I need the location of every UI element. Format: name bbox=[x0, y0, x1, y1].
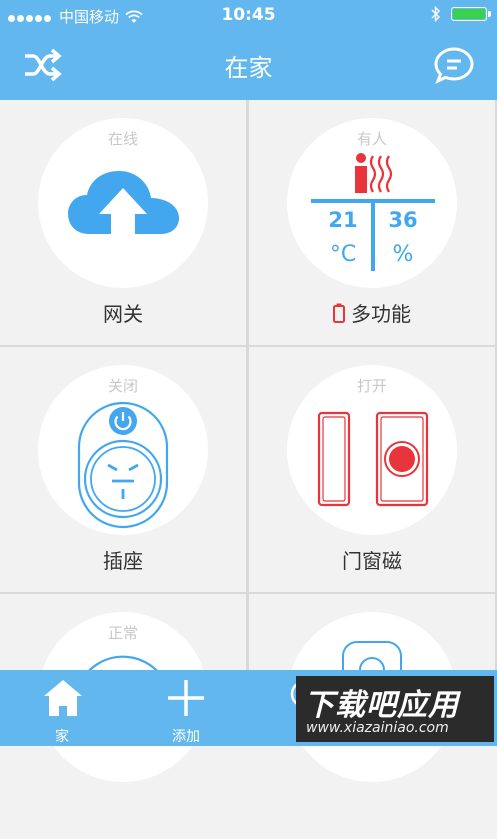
home-icon bbox=[44, 680, 82, 716]
device-status: 在线 bbox=[107, 130, 138, 148]
battery-icon bbox=[451, 7, 491, 21]
clock: 10:45 bbox=[221, 5, 276, 25]
watermark-url: www.xiazainiao.com bbox=[306, 720, 449, 736]
humidity-unit: % bbox=[392, 242, 414, 267]
watermark-main: 下载吧应用 bbox=[304, 688, 459, 723]
tab-add-label: 添加 bbox=[172, 729, 200, 745]
humidity-value: 36 bbox=[388, 208, 418, 232]
device-name: 网关 bbox=[103, 302, 143, 326]
presence-heat-icon bbox=[355, 153, 393, 193]
status-bar: 中国移动 10:45 bbox=[0, 0, 497, 32]
nav-bar: 在家 bbox=[0, 32, 497, 100]
door-window-sensor-icon bbox=[317, 411, 429, 507]
cloud-upload-icon bbox=[68, 171, 179, 236]
tab-home-label: 家 bbox=[55, 729, 69, 745]
device-name: 插座 bbox=[103, 549, 143, 573]
device-name: 门窗磁 bbox=[342, 549, 402, 573]
temperature-unit: °C bbox=[329, 242, 357, 267]
device-status: 打开 bbox=[356, 377, 387, 395]
sensor-divider-v bbox=[371, 203, 375, 271]
device-status: 正常 bbox=[107, 624, 138, 642]
message-icon[interactable] bbox=[433, 46, 475, 84]
page-title: 在家 bbox=[224, 54, 273, 82]
plus-icon bbox=[168, 680, 204, 716]
device-card-door-window[interactable]: 打开 门窗磁 bbox=[249, 347, 495, 592]
device-card-socket[interactable]: 关闭 插座 bbox=[0, 347, 246, 592]
bluetooth-icon bbox=[431, 6, 440, 22]
device-status: 关闭 bbox=[107, 377, 138, 395]
device-grid: 在线 网关 有人 21 °C 36 % 多功能 关闭 插座 打开 门窗磁 正常 bbox=[0, 100, 497, 839]
device-card-gateway[interactable]: 在线 网关 bbox=[0, 100, 246, 345]
low-battery-icon bbox=[333, 303, 345, 323]
watermark: 下载吧应用 www.xiazainiao.com bbox=[296, 676, 494, 742]
temperature-value: 21 bbox=[328, 208, 358, 232]
device-status: 有人 bbox=[356, 130, 387, 148]
status-right bbox=[431, 6, 491, 22]
tab-add[interactable]: 添加 bbox=[146, 670, 226, 746]
tab-home[interactable]: 家 bbox=[22, 670, 102, 746]
smart-socket-icon bbox=[77, 401, 169, 529]
device-name: 多功能 bbox=[351, 302, 411, 326]
device-name-row: 多功能 bbox=[249, 298, 495, 327]
device-card-multisensor[interactable]: 有人 21 °C 36 % 多功能 bbox=[249, 100, 495, 345]
